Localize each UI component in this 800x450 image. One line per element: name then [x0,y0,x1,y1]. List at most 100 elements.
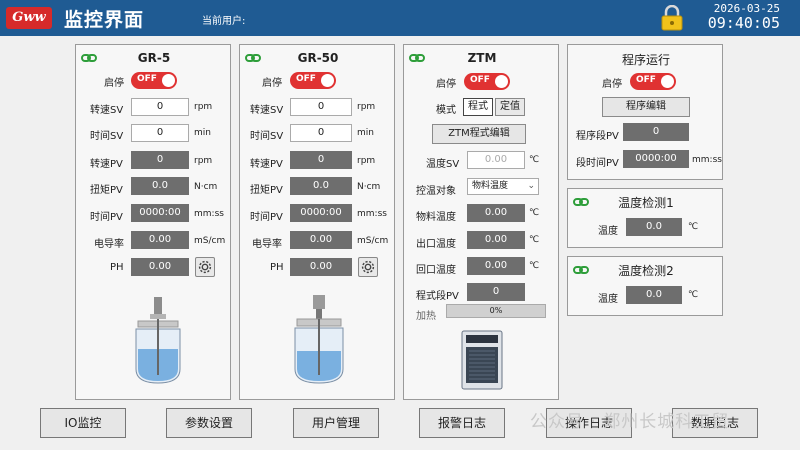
panel-title: 温度检测2 [618,264,674,278]
ztm-program-edit-button[interactable]: ZTM程式编辑 [432,124,526,144]
speed-sv-input[interactable]: 0 [290,98,352,116]
start-stop-toggle[interactable]: OFF [290,72,336,89]
program-pv-label: 程式段PV [416,291,459,302]
panel-title: 程序运行 [621,53,670,67]
panel-gr50: GR-50 启停 OFF 转速SV 0 rpm 时间SV 0 min 转速PV … [239,44,395,400]
mode-program-button[interactable]: 程式 [463,98,493,116]
time-sv-input[interactable]: 0 [131,124,189,142]
conductivity-label: 电导率 [94,239,124,250]
reactor-image [294,295,344,384]
segment-time-pv-unit: mm:ss [692,155,722,165]
program-edit-button[interactable]: 程序编辑 [602,97,690,117]
panel-title: 温度检测1 [618,196,674,210]
temp-unit: ℃ [688,290,699,300]
toggle-state-label: OFF [296,74,316,84]
control-target-select[interactable]: 物料温度 ⌄ [467,178,539,195]
segment-time-pv-label: 段时间PV [576,158,619,169]
panel-temp-detect-2: 温度检测2 温度 0.0 ℃ [567,256,723,316]
speed-pv-label: 转速PV [250,159,283,170]
ph-label: PH [270,262,284,273]
alarm-log-button[interactable]: 报警日志 [419,408,505,438]
mode-fixed-button[interactable]: 定值 [495,98,525,116]
user-management-button[interactable]: 用户管理 [293,408,379,438]
torque-pv-unit: N·cm [194,182,218,192]
speed-pv-unit: rpm [194,156,213,166]
material-temp-value: 0.00 [467,204,525,222]
temp-label: 温度 [598,226,618,237]
start-stop-label: 启停 [436,79,456,90]
speed-sv-label: 转速SV [250,105,284,116]
speed-pv-unit: rpm [357,156,376,166]
heating-progress-bar: 0% [446,304,546,318]
panel-gr5: GR-5 启停 OFF 转速SV 0 rpm 时间SV 0 min 转速PV 0… [75,44,231,400]
temp-label: 温度 [598,294,618,305]
page-title: 监控界面 [64,9,145,31]
torque-pv-unit: N·cm [357,182,381,192]
start-stop-label: 启停 [602,79,622,90]
header-bar: Gww 监控界面 当前用户: 2026-03-25 09:40:05 [0,0,800,36]
time-sv-unit: min [357,128,374,138]
speed-sv-unit: rpm [194,102,213,112]
ph-settings-button[interactable] [358,257,378,277]
company-logo: Gww [6,7,52,29]
material-temp-label: 物料温度 [416,212,456,223]
segment-pv-value: 0 [623,123,689,141]
current-user-label: 当前用户: [202,16,246,27]
speed-sv-input[interactable]: 0 [131,98,189,116]
segment-pv-label: 程序段PV [576,131,619,142]
heating-label: 加热 [416,311,436,322]
time-pv-unit: mm:ss [357,209,387,219]
start-stop-toggle[interactable]: OFF [464,73,510,90]
chiller-image [461,330,503,390]
time-sv-input[interactable]: 0 [290,124,352,142]
panel-ztm: ZTM 启停 OFF 模式 程式 定值 ZTM程式编辑 温度SV 0.00 ℃ … [403,44,559,400]
ph-value: 0.00 [290,258,352,276]
start-stop-toggle[interactable]: OFF [630,73,676,90]
toggle-state-label: OFF [636,75,656,85]
time-sv-label: 时间SV [250,131,284,142]
param-settings-button[interactable]: 参数设置 [166,408,252,438]
time-pv-label: 时间PV [250,212,283,223]
return-temp-unit: ℃ [529,261,540,271]
time-pv-unit: mm:ss [194,209,224,219]
ph-settings-button[interactable] [195,257,215,277]
speed-pv-value: 0 [290,151,352,169]
panel-title: GR-5 [137,51,171,65]
outlet-temp-label: 出口温度 [416,239,456,250]
time-pv-label: 时间PV [90,212,123,223]
speed-sv-unit: rpm [357,102,376,112]
torque-pv-label: 扭矩PV [90,185,123,196]
conductivity-value: 0.00 [290,231,352,249]
start-stop-label: 启停 [104,78,124,89]
lock-icon[interactable] [660,5,684,31]
ph-label: PH [110,262,124,273]
conductivity-value: 0.00 [131,231,189,249]
torque-pv-label: 扭矩PV [250,185,283,196]
panel-temp-detect-1: 温度检测1 温度 0.0 ℃ [567,188,723,248]
toggle-knob [495,75,508,88]
material-temp-unit: ℃ [529,208,540,218]
segment-time-pv-value: 0000:00 [623,150,689,168]
io-monitor-button[interactable]: IO监控 [40,408,126,438]
toggle-knob [162,74,175,87]
temp-sv-input[interactable]: 0.00 [467,151,525,169]
return-temp-value: 0.00 [467,257,525,275]
speed-pv-value: 0 [131,151,189,169]
reactor-image [135,297,181,384]
control-target-label: 控温对象 [416,186,456,197]
ph-value: 0.00 [131,258,189,276]
program-pv-value: 0 [467,283,525,301]
control-target-value: 物料温度 [472,181,509,191]
speed-pv-label: 转速PV [90,159,123,170]
conductivity-unit: mS/cm [357,236,389,246]
toggle-knob [321,74,334,87]
panel-program-run: 程序运行 启停 OFF 程序编辑 程序段PV 0 段时间PV 0000:00 m… [567,44,723,180]
torque-pv-value: 0.0 [131,177,189,195]
start-stop-toggle[interactable]: OFF [131,72,177,89]
speed-sv-label: 转速SV [90,105,124,116]
gear-icon [198,260,212,274]
panel-title: ZTM [467,51,497,65]
outlet-temp-unit: ℃ [529,235,540,245]
panel-title: GR-50 [297,51,339,65]
time-sv-unit: min [194,128,211,138]
